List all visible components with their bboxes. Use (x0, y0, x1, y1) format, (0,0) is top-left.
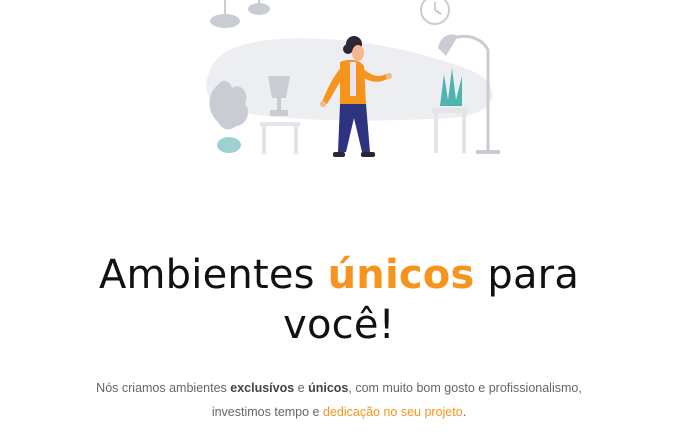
headline-line2: você! (283, 302, 395, 348)
hero-illustration (200, 0, 510, 165)
headline-part1: Ambientes (98, 252, 328, 298)
hero-description: Nós criamos ambientes exclusívos e único… (0, 376, 678, 424)
description-bold: únicos (308, 381, 349, 395)
headline-accent: únicos (327, 252, 475, 298)
description-highlight: dedicação no seu projeto (323, 405, 463, 419)
headline-part2: para (474, 252, 580, 298)
hero-headline: Ambientes únicos para você! (0, 250, 678, 350)
description-text: . (462, 405, 467, 419)
clock-icon (420, 0, 450, 25)
ceiling-lamp-icon (210, 0, 270, 28)
description-text: , com muito bom gosto e profissionalismo… (348, 381, 582, 395)
description-text: Nós criamos ambientes (96, 381, 231, 395)
description-text: e (294, 381, 309, 395)
description-text: investimos tempo e (211, 405, 323, 419)
potted-plant-icon (209, 80, 249, 153)
description-bold: exclusívos (230, 381, 295, 395)
